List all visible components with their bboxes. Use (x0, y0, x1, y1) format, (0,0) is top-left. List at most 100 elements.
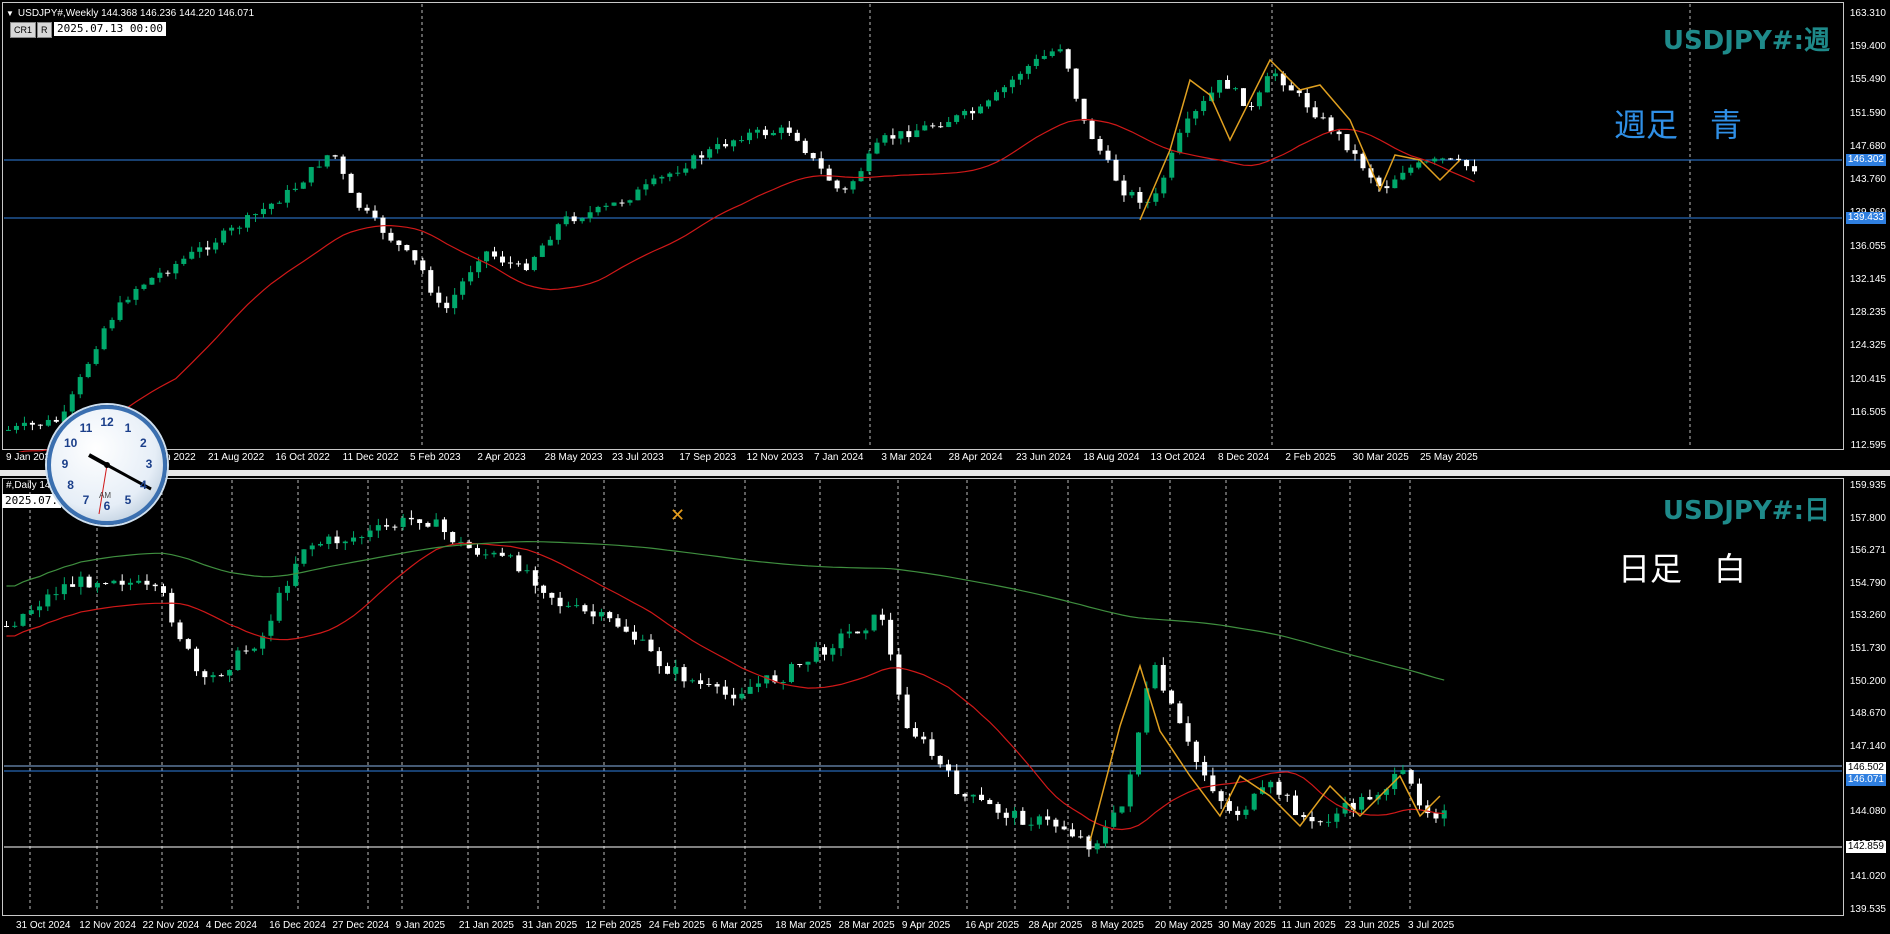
clock-number: 11 (79, 420, 93, 435)
candle-body (1464, 159, 1470, 167)
time-tick-label: 12 Feb 2025 (585, 920, 642, 931)
time-tick-label: 30 Mar 2025 (1352, 452, 1409, 463)
candle-body (786, 127, 792, 133)
candle-body (1408, 167, 1414, 173)
candle-body (425, 522, 431, 527)
time-tick-label: 23 Jun 2024 (1016, 452, 1072, 463)
weekly-price-axis[interactable]: 163.310 159.400 155.490 151.590 147.680 143.7… (1844, 0, 1890, 452)
candle-body (1328, 117, 1334, 132)
candle-body (1217, 79, 1223, 93)
candle-body (1078, 836, 1084, 838)
clock-number: 3 (145, 457, 153, 471)
candle-body (1017, 73, 1023, 80)
daily-current-price-tag: 146.071 (1845, 774, 1886, 786)
candle-body (826, 168, 832, 181)
time-tick-label: 24 Feb 2025 (648, 920, 705, 931)
candle-body (1448, 158, 1454, 160)
price-tick-label: 159.400 (1849, 41, 1886, 53)
candle-body (978, 106, 984, 114)
time-tick-label: 27 Dec 2024 (332, 920, 390, 931)
daily-time-axis[interactable]: 31 Oct 2024 12 Nov 2024 22 Nov 2024 4 Dec 2… (0, 920, 1845, 934)
daily-chart-panel[interactable]: #,Daily 14 071 2025.07. USDJPY#:日 日足 白 1… (0, 476, 1890, 934)
candle-body (1009, 79, 1015, 88)
candle-body (476, 261, 482, 273)
candle-body (492, 251, 498, 257)
candle-body (1152, 664, 1158, 689)
candle-body (1248, 105, 1254, 107)
candle-body (125, 299, 131, 303)
candle-body (189, 251, 195, 259)
daily-ohlc-text: #,Daily 14 (6, 480, 51, 491)
candle-body (474, 548, 480, 555)
candle-body (1057, 49, 1063, 52)
candle-body (855, 631, 861, 634)
daily-hline-blue-tag: 146.502 (1845, 762, 1886, 774)
collapse-triangle-icon[interactable]: ▼ (6, 9, 14, 18)
weekly-hline-upper-tag: 146.302 (1845, 154, 1886, 166)
candle-body (284, 585, 290, 593)
clock-number: 8 (67, 478, 74, 492)
candle-body (388, 232, 394, 241)
candle-body (94, 583, 100, 588)
candle-body (1089, 120, 1095, 140)
candle-body (938, 126, 944, 128)
candle-body (210, 675, 216, 678)
weekly-note-label: 週足 青 (1614, 106, 1743, 144)
candle-body (945, 764, 951, 771)
candle-body (607, 612, 613, 619)
candle-body (970, 110, 976, 114)
candle-body (731, 694, 737, 699)
candle-body (1113, 159, 1119, 181)
weekly-chart-panel[interactable]: ▼ USDJPY#,Weekly 144.368 146.236 144.220 … (0, 0, 1890, 470)
time-tick-label: 8 May 2025 (1091, 920, 1144, 931)
candle-body (691, 155, 697, 169)
candle-body (565, 605, 571, 607)
candle-body (197, 247, 203, 252)
candle-body (516, 555, 522, 572)
weekly-time-axis[interactable]: 9 Jan 20221 May 202226 Jun 202221 Aug 20… (0, 452, 1845, 466)
candle-body (86, 576, 92, 588)
time-tick-label: 2 Feb 2025 (1285, 452, 1336, 463)
daily-chart-canvas[interactable] (0, 476, 1845, 916)
candle-body (364, 207, 370, 211)
candle-body (904, 694, 910, 729)
cr1-button[interactable]: CR1 (10, 22, 37, 38)
candle-body (20, 613, 26, 626)
r-button[interactable]: R (37, 22, 52, 38)
price-tick-label: 147.680 (1849, 140, 1886, 152)
candle-body (1119, 806, 1125, 813)
clock-number: 10 (63, 436, 78, 450)
candle-body (508, 555, 514, 557)
candle-body (218, 675, 224, 677)
candle-body (1268, 781, 1274, 788)
price-tick-label: 144.080 (1849, 806, 1886, 818)
candle-body (1251, 793, 1257, 810)
time-tick-label: 23 Jul 2023 (612, 452, 664, 463)
candle-body (45, 594, 51, 607)
candle-body (229, 227, 235, 231)
time-tick-label: 6 Mar 2025 (712, 920, 763, 931)
candle-body (260, 208, 266, 215)
candle-body (213, 242, 219, 250)
candle-body (683, 168, 689, 173)
weekly-chart-canvas[interactable] (0, 0, 1845, 452)
candle-body (689, 680, 695, 682)
candle-body (1276, 781, 1282, 795)
candle-body (582, 605, 588, 612)
daily-symbol-label: USDJPY#:日 (1662, 496, 1830, 526)
candle-body (871, 614, 877, 631)
candle-body (838, 633, 844, 649)
candle-body (615, 618, 621, 627)
candle-body (896, 654, 902, 695)
candle-body (245, 215, 251, 228)
price-tick-label: 147.140 (1849, 740, 1886, 752)
candle-body (235, 650, 241, 671)
candle-body (802, 140, 808, 154)
crosshair-tool-icon[interactable]: ✕ (670, 505, 685, 526)
candle-body (778, 127, 784, 134)
candle-body (141, 284, 147, 289)
time-tick-label: 20 May 2025 (1154, 920, 1213, 931)
candle-body (818, 158, 824, 169)
candle-body (1121, 180, 1127, 196)
candle-body (842, 188, 848, 190)
